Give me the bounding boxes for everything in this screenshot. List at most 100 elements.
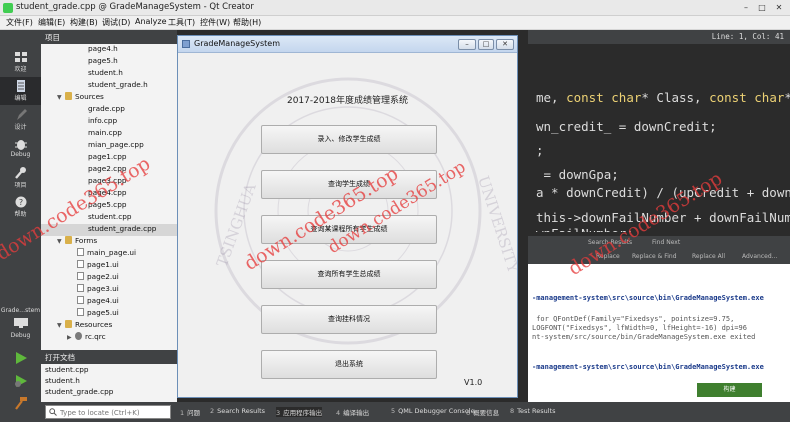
mode-debug[interactable]: Debug: [0, 135, 41, 163]
tree-item[interactable]: grade.cpp: [88, 104, 125, 116]
mode-help[interactable]: ? 帮助: [0, 193, 41, 221]
find-tab[interactable]: Replace & Find: [632, 253, 677, 260]
output-line: LOGFONT("Fixedsys", lfWidth=0, lfHeight=…: [532, 324, 747, 332]
tree-folder-resources[interactable]: ▼ Resources: [57, 320, 112, 332]
find-tab[interactable]: Replace All: [692, 253, 725, 260]
run-target[interactable]: Grade…stem Debug: [0, 307, 41, 339]
code-text: * num: [784, 90, 790, 105]
menu-analyze[interactable]: Analyze: [135, 17, 167, 26]
dialog-minimize-icon[interactable]: –: [458, 39, 476, 50]
output-pane-tab[interactable]: 4 编译输出: [336, 407, 369, 417]
run-icon[interactable]: [14, 351, 28, 365]
tree-item[interactable]: student.cpp: [88, 212, 132, 224]
application-output-pane: -management-system\src\source\bin\GradeM…: [528, 264, 790, 402]
tree-item[interactable]: page4.h: [88, 44, 118, 56]
mode-edit[interactable]: 编辑: [0, 77, 41, 105]
tree-item[interactable]: page1.ui: [77, 260, 119, 272]
tree-item-label: student.cpp: [88, 212, 132, 221]
output-pane-tab[interactable]: 5 QML Debugger Console: [391, 407, 475, 415]
output-pane-tab-active[interactable]: 3 应用程序输出: [276, 407, 323, 417]
mode-welcome[interactable]: 欢迎: [0, 48, 41, 76]
menu-build[interactable]: 构建(B): [70, 17, 98, 28]
tab-number: 1: [180, 409, 185, 417]
menu-tools[interactable]: 工具(T): [168, 17, 195, 28]
tree-item-label: student.h: [88, 68, 123, 77]
editor-toolbar: Line: 1, Col: 41: [528, 30, 790, 44]
mode-label: 帮助: [14, 211, 27, 218]
find-tab[interactable]: Find Next: [652, 239, 680, 246]
tree-item[interactable]: main.cpp: [88, 128, 122, 140]
output-pane-tab[interactable]: 1 问题: [180, 407, 200, 417]
output-line: -management-system\src\source\bin\GradeM…: [532, 363, 764, 371]
dialog-maximize-icon[interactable]: □: [478, 39, 494, 50]
minimize-icon[interactable]: –: [739, 2, 753, 13]
menu-edit[interactable]: 编辑(E): [38, 17, 65, 28]
open-document-item[interactable]: student_grade.cpp: [45, 387, 113, 396]
tree-item[interactable]: student.h: [88, 68, 123, 80]
svg-text:?: ?: [18, 198, 22, 207]
code-keyword: const char: [709, 90, 785, 105]
tree-item[interactable]: page3.ui: [77, 284, 119, 296]
tree-item[interactable]: student_grade.h: [88, 80, 148, 92]
tree-item[interactable]: page5.ui: [77, 308, 119, 320]
code-text: me,: [536, 90, 567, 105]
output-pane-tab[interactable]: 8 Test Results: [510, 407, 555, 415]
tree-item[interactable]: main_page.ui: [77, 248, 136, 260]
debug-run-icon[interactable]: [14, 374, 28, 388]
tab-number: 6: [466, 409, 471, 417]
qt-creator-window: { "window": { "title": "student_grade.cp…: [0, 0, 790, 422]
tab-number: 3: [276, 409, 281, 417]
tree-folder-sources[interactable]: ▼ Sources: [57, 92, 104, 104]
code-text: a * downCredit) / (upCredit + downCred: [536, 185, 790, 200]
folder-icon: [65, 92, 72, 100]
system-title: 2017-2018年度成绩管理系统: [286, 96, 409, 106]
code-line: wn_credit_ = downCredit;: [536, 119, 717, 134]
menu-debug[interactable]: 调试(D): [102, 17, 130, 28]
locator-input[interactable]: [60, 407, 168, 418]
find-tab[interactable]: Advanced…: [742, 253, 778, 260]
collapse-arrow-icon[interactable]: ▶: [67, 334, 75, 341]
maximize-icon[interactable]: □: [755, 2, 769, 13]
exit-system-button[interactable]: 退出系统: [261, 350, 437, 379]
query-failures-button[interactable]: 查询挂科情况: [261, 305, 437, 334]
code-keyword: const char: [566, 90, 642, 105]
build-hammer-icon[interactable]: [14, 396, 28, 410]
expand-arrow-icon[interactable]: ▼: [57, 94, 65, 101]
output-pane-tab[interactable]: 2 Search Results: [210, 407, 265, 415]
document-edit-icon: [16, 80, 25, 92]
tree-item[interactable]: info.cpp: [88, 116, 117, 128]
mode-design[interactable]: 设计: [0, 106, 41, 134]
tree-folder-forms[interactable]: ▼ Forms: [57, 236, 97, 248]
run-target-mode: Debug: [10, 332, 31, 339]
tree-item[interactable]: page1.cpp: [88, 152, 126, 164]
expand-arrow-icon[interactable]: ▼: [57, 322, 65, 329]
query-total-grades-button[interactable]: 查询所有学生总成绩: [261, 260, 437, 289]
tree-item[interactable]: ▶ rc.qrc: [67, 332, 106, 344]
open-document-item[interactable]: student.cpp: [45, 365, 89, 374]
enter-edit-grades-button[interactable]: 录入、修改学生成绩: [261, 125, 437, 154]
output-line: -management-system\src\source\bin\GradeM…: [532, 294, 764, 302]
tab-label: 编译输出: [343, 409, 370, 417]
menu-widget[interactable]: 控件(W): [200, 17, 230, 28]
tree-item[interactable]: page4.ui: [77, 296, 119, 308]
menu-help[interactable]: 帮助(H): [233, 17, 261, 28]
open-documents-header: 打开文档: [41, 350, 177, 364]
tree-item[interactable]: page5.h: [88, 56, 118, 68]
help-icon: ?: [15, 196, 26, 208]
tree-item[interactable]: page2.ui: [77, 272, 119, 284]
open-document-item[interactable]: student.h: [45, 376, 80, 385]
expand-arrow-icon[interactable]: ▼: [57, 238, 65, 245]
dialog-close-icon[interactable]: ✕: [496, 39, 514, 50]
close-icon[interactable]: ✕: [772, 2, 786, 13]
dialog-titlebar: GradeManageSystem – □ ✕: [178, 36, 517, 53]
tab-label: QML Debugger Console: [398, 407, 475, 415]
menu-file[interactable]: 文件(F): [6, 17, 33, 28]
app-window-icon: [182, 40, 190, 48]
window-titlebar: student_grade.cpp @ GradeManageSystem - …: [0, 0, 790, 16]
run-target-name: Grade…stem: [0, 307, 41, 314]
locator-field[interactable]: [45, 405, 171, 419]
tree-item[interactable]: mian_page.cpp: [88, 140, 144, 152]
project-pane-header: 项目: [41, 30, 177, 44]
mode-projects[interactable]: 项目: [0, 164, 41, 192]
output-pane-tab[interactable]: 6 概要信息: [466, 407, 499, 417]
